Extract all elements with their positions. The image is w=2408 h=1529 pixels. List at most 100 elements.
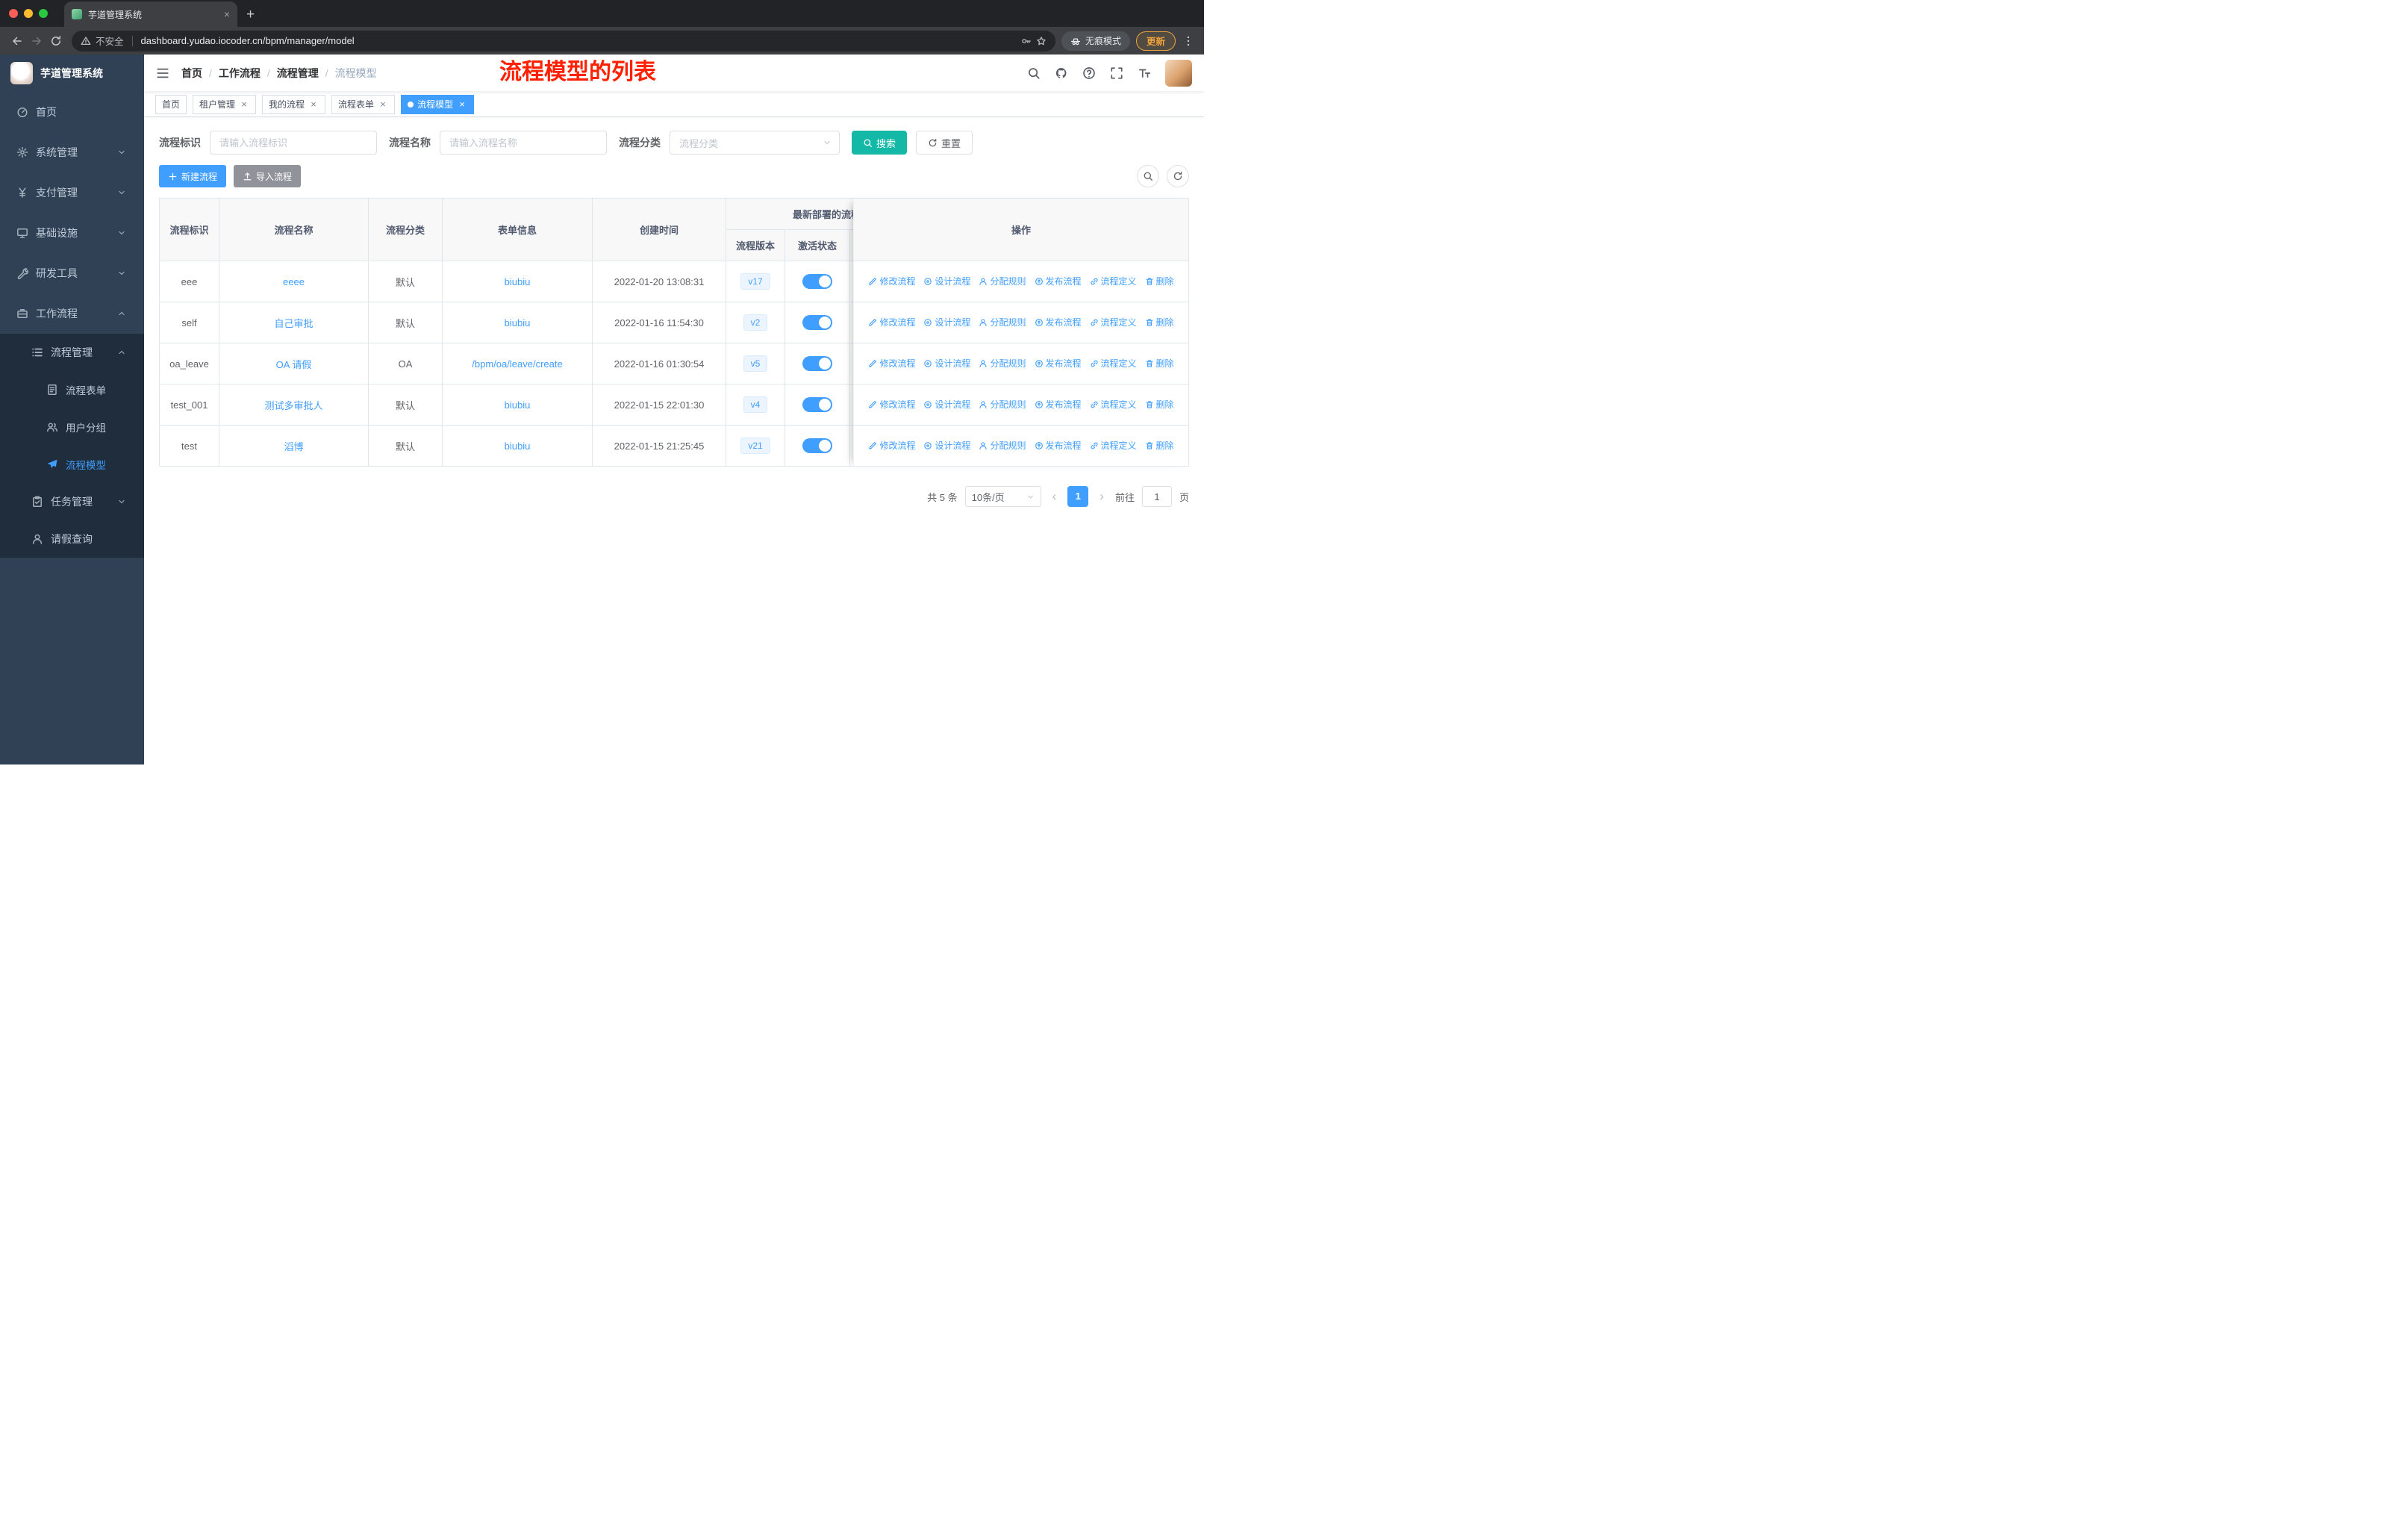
action-design-link[interactable]: 设计流程 — [923, 439, 970, 452]
action-assign-link[interactable]: 分配规则 — [979, 439, 1026, 452]
action-design-link[interactable]: 设计流程 — [923, 357, 970, 370]
fullscreen-icon[interactable] — [1110, 66, 1123, 80]
tab-close-icon[interactable]: × — [224, 9, 230, 19]
action-modify-link[interactable]: 修改流程 — [868, 398, 915, 411]
prev-page-button[interactable]: ‹ — [1049, 486, 1061, 507]
form-info-link[interactable]: biubiu — [505, 440, 531, 452]
import-process-button[interactable]: 导入流程 — [234, 165, 302, 187]
process-name-link[interactable]: 滔博 — [284, 441, 303, 452]
create-process-button[interactable]: 新建流程 — [159, 165, 227, 187]
action-design-link[interactable]: 设计流程 — [923, 316, 970, 328]
maximize-window-button[interactable] — [39, 9, 48, 18]
form-info-link[interactable]: biubiu — [505, 399, 531, 411]
tab-tenant-manage[interactable]: 租户管理 × — [193, 94, 257, 114]
user-avatar[interactable] — [1165, 59, 1192, 87]
help-icon[interactable] — [1082, 66, 1096, 80]
toggle-search-button[interactable] — [1137, 165, 1159, 187]
tab-process-model[interactable]: 流程模型 × — [401, 94, 475, 114]
breadcrumb-item[interactable]: 工作流程 — [219, 66, 261, 81]
active-toggle[interactable] — [802, 438, 832, 453]
action-delete-link[interactable]: 删除 — [1145, 316, 1174, 328]
close-window-button[interactable] — [9, 9, 18, 18]
action-assign-link[interactable]: 分配规则 — [979, 398, 1026, 411]
tab-close-icon[interactable]: × — [308, 99, 319, 110]
action-definition-link[interactable]: 流程定义 — [1090, 275, 1137, 287]
search-button[interactable]: 搜索 — [852, 131, 908, 155]
search-icon[interactable] — [1027, 66, 1041, 80]
reset-button[interactable]: 重置 — [916, 131, 973, 155]
action-delete-link[interactable]: 删除 — [1145, 275, 1174, 287]
breadcrumb-item[interactable]: 流程管理 — [277, 66, 319, 81]
active-toggle[interactable] — [802, 356, 832, 371]
update-button[interactable]: 更新 — [1135, 31, 1176, 51]
action-deploy-link[interactable]: 发布流程 — [1035, 357, 1082, 370]
sidebar-item-process-manage[interactable]: 流程管理 — [0, 334, 144, 371]
forward-button[interactable] — [27, 31, 46, 51]
browser-menu-button[interactable] — [1180, 31, 1197, 51]
action-assign-link[interactable]: 分配规则 — [979, 316, 1026, 328]
sidebar-item-home[interactable]: 首页 — [0, 92, 144, 132]
active-toggle[interactable] — [802, 274, 832, 289]
active-toggle[interactable] — [802, 315, 832, 330]
process-name-link[interactable]: eeee — [283, 276, 305, 287]
action-modify-link[interactable]: 修改流程 — [868, 275, 915, 287]
tab-process-form[interactable]: 流程表单 × — [331, 94, 396, 114]
page-size-select[interactable]: 10条/页 — [964, 486, 1041, 507]
breadcrumb-item[interactable]: 首页 — [181, 66, 202, 81]
action-design-link[interactable]: 设计流程 — [923, 275, 970, 287]
action-delete-link[interactable]: 删除 — [1145, 398, 1174, 411]
sidebar-item-process-form[interactable]: 流程表单 — [0, 371, 144, 408]
bookmark-star-icon[interactable] — [1036, 36, 1047, 46]
back-button[interactable] — [7, 31, 27, 51]
action-definition-link[interactable]: 流程定义 — [1090, 439, 1137, 452]
action-assign-link[interactable]: 分配规则 — [979, 275, 1026, 287]
tab-close-icon[interactable]: × — [457, 99, 467, 110]
sidebar-item-leave-query[interactable]: 请假查询 — [0, 520, 144, 558]
action-definition-link[interactable]: 流程定义 — [1090, 316, 1137, 328]
form-info-link[interactable]: biubiu — [505, 276, 531, 287]
next-page-button[interactable]: › — [1096, 486, 1108, 507]
sidebar-item-payment-manage[interactable]: 支付管理 — [0, 172, 144, 213]
action-delete-link[interactable]: 删除 — [1145, 439, 1174, 452]
category-select[interactable]: 流程分类 — [670, 131, 840, 155]
action-design-link[interactable]: 设计流程 — [923, 398, 970, 411]
process-name-link[interactable]: 自己审批 — [274, 318, 313, 329]
sidebar-item-user-group[interactable]: 用户分组 — [0, 408, 144, 446]
process-key-input[interactable] — [210, 131, 377, 155]
tab-close-icon[interactable]: × — [378, 99, 388, 110]
form-info-link[interactable]: /bpm/oa/leave/create — [472, 358, 562, 370]
goto-page-input[interactable] — [1141, 486, 1172, 507]
font-size-icon[interactable] — [1138, 66, 1151, 80]
github-icon[interactable] — [1055, 66, 1068, 80]
sidebar-item-dev-tools[interactable]: 研发工具 — [0, 253, 144, 293]
browser-tab[interactable]: 芋道管理系统 × — [64, 1, 237, 27]
page-number-button[interactable]: 1 — [1067, 486, 1089, 507]
address-bar[interactable]: 不安全 dashboard.yudao.iocoder.cn/bpm/manag… — [72, 30, 1055, 52]
sidebar-item-workflow[interactable]: 工作流程 — [0, 293, 144, 334]
tab-my-process[interactable]: 我的流程 × — [262, 94, 326, 114]
action-modify-link[interactable]: 修改流程 — [868, 357, 915, 370]
refresh-table-button[interactable] — [1167, 165, 1189, 187]
sidebar-item-infrastructure[interactable]: 基础设施 — [0, 213, 144, 253]
process-name-link[interactable]: OA 请假 — [276, 359, 312, 370]
sidebar-toggle-button[interactable] — [144, 55, 181, 92]
action-definition-link[interactable]: 流程定义 — [1090, 357, 1137, 370]
active-toggle[interactable] — [802, 397, 832, 412]
sidebar-item-task-manage[interactable]: 任务管理 — [0, 483, 144, 520]
action-modify-link[interactable]: 修改流程 — [868, 316, 915, 328]
action-deploy-link[interactable]: 发布流程 — [1035, 398, 1082, 411]
process-name-input[interactable] — [440, 131, 607, 155]
action-deploy-link[interactable]: 发布流程 — [1035, 439, 1082, 452]
process-name-link[interactable]: 测试多审批人 — [264, 400, 322, 411]
action-modify-link[interactable]: 修改流程 — [868, 439, 915, 452]
sidebar-item-process-model[interactable]: 流程模型 — [0, 446, 144, 483]
form-info-link[interactable]: biubiu — [505, 317, 531, 328]
action-assign-link[interactable]: 分配规则 — [979, 357, 1026, 370]
tab-home[interactable]: 首页 — [155, 94, 187, 114]
action-deploy-link[interactable]: 发布流程 — [1035, 316, 1082, 328]
action-definition-link[interactable]: 流程定义 — [1090, 398, 1137, 411]
action-deploy-link[interactable]: 发布流程 — [1035, 275, 1082, 287]
sidebar-item-system-manage[interactable]: 系统管理 — [0, 132, 144, 172]
new-tab-button[interactable]: + — [246, 7, 255, 22]
reload-button[interactable] — [46, 31, 66, 51]
